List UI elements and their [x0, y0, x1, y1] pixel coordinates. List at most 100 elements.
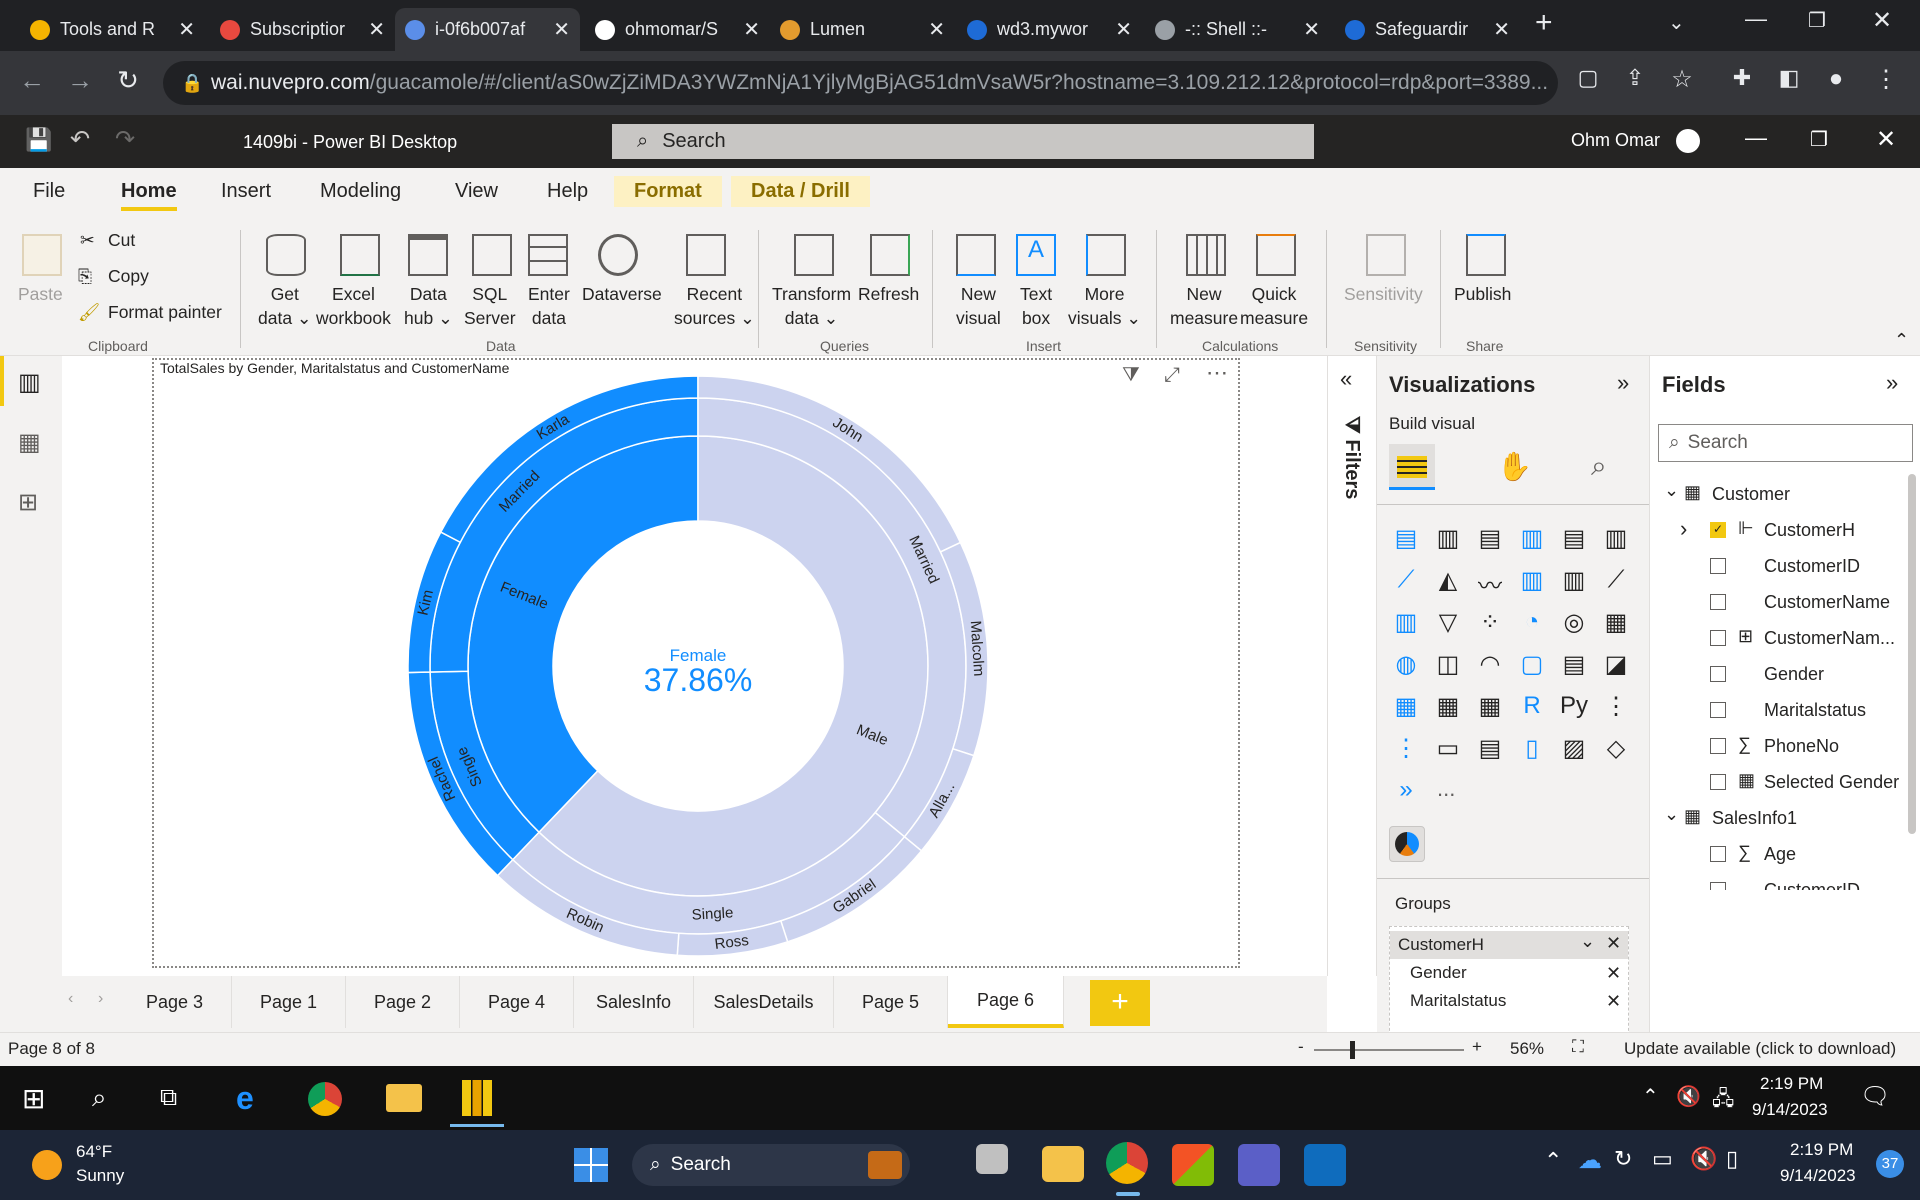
zoom-out-icon[interactable]: - — [1298, 1037, 1304, 1057]
tab-close-icon[interactable]: ✕ — [368, 17, 385, 42]
tab-search-icon[interactable]: ⌄ — [1668, 10, 1685, 35]
save-icon[interactable]: 💾 — [25, 127, 52, 153]
build-visual-tab[interactable] — [1389, 444, 1435, 490]
edge-icon[interactable]: e — [236, 1080, 254, 1117]
field-checkbox[interactable] — [1710, 702, 1726, 718]
qa-icon[interactable]: ▭ — [1431, 734, 1465, 768]
card-icon[interactable]: ▢ — [1515, 650, 1549, 684]
format-visual-tab[interactable]: ✋ — [1497, 450, 1532, 483]
field-item[interactable]: CustomerID — [1650, 548, 1900, 584]
outlook-icon[interactable] — [1304, 1144, 1346, 1186]
clustered-column-icon[interactable]: ▥ — [1515, 524, 1549, 558]
field-item[interactable]: › ✓ ⊩ CustomerH — [1650, 512, 1900, 548]
install-icon[interactable]: ▢ — [1570, 65, 1606, 91]
kpi-icon[interactable]: ◪ — [1599, 650, 1633, 684]
filled-map-icon[interactable]: ◫ — [1431, 650, 1465, 684]
copy-button[interactable]: Copy — [108, 264, 149, 288]
line-icon[interactable]: ⟋ — [1389, 566, 1423, 600]
browser-tab[interactable]: Safeguardir ✕ — [1335, 8, 1520, 51]
scatter-icon[interactable]: ⁘ — [1473, 608, 1507, 642]
gauge-icon[interactable]: ◠ — [1473, 650, 1507, 684]
excel-workbook-button[interactable]: Excel workbook — [316, 282, 391, 330]
browser-tab[interactable]: Tools and R ✕ — [20, 8, 205, 51]
fields-scrollbar[interactable] — [1908, 474, 1916, 834]
page-tab[interactable]: Page 2 — [346, 976, 460, 1028]
reload-icon[interactable]: ↻ — [110, 65, 146, 96]
network-icon[interactable]: 🖧 — [1712, 1084, 1734, 1118]
display-icon[interactable]: ▭ — [1652, 1146, 1673, 1172]
field-checkbox[interactable]: ✓ — [1710, 522, 1726, 538]
text-box-button[interactable]: Text box — [1020, 282, 1052, 330]
page-tab[interactable]: SalesDetails — [694, 976, 834, 1028]
menu-format[interactable]: Format — [614, 176, 722, 207]
quick-measure-button[interactable]: Quick measure — [1240, 282, 1308, 330]
viz-more-icon[interactable]: ... — [1437, 776, 1455, 802]
forward-icon[interactable]: → — [62, 65, 98, 96]
redo-icon[interactable]: ↷ — [115, 125, 135, 154]
fit-to-page-icon[interactable]: ⛶ — [1572, 1037, 1584, 1057]
menu-home[interactable]: Home — [121, 180, 177, 211]
python-visual-icon[interactable]: Py — [1557, 692, 1591, 726]
analytics-tab[interactable]: ⌕ — [1591, 450, 1607, 483]
menu-file[interactable]: File — [33, 180, 65, 203]
zoom-slider-thumb[interactable] — [1350, 1041, 1355, 1059]
chevron-down-icon[interactable]: ⌄ — [1664, 804, 1679, 825]
collapse-fields-icon[interactable]: » — [1886, 370, 1898, 396]
store-icon[interactable] — [1172, 1144, 1214, 1186]
power-automate-icon[interactable]: ◇ — [1599, 734, 1633, 768]
page-tab[interactable]: Page 5 — [834, 976, 948, 1028]
stacked-column-icon[interactable]: ▥ — [1431, 524, 1465, 558]
get-data-button[interactable]: Get data ⌄ — [258, 282, 312, 330]
treemap-icon[interactable]: ▦ — [1599, 608, 1633, 642]
file-explorer-icon[interactable] — [386, 1084, 422, 1112]
notification-badge[interactable]: 37 — [1876, 1150, 1904, 1178]
data-hub-button[interactable]: Data hub ⌄ — [404, 282, 453, 330]
dataverse-button[interactable]: Dataverse — [582, 282, 662, 306]
pbi-search-box[interactable]: ⌕ Search — [612, 124, 1314, 159]
100-bar-icon[interactable]: ▤ — [1557, 524, 1591, 558]
refresh-button[interactable]: Refresh — [858, 282, 919, 306]
waterfall-icon[interactable]: ▥ — [1389, 608, 1423, 642]
weather-temp[interactable]: 64°F — [76, 1142, 112, 1162]
sync-icon[interactable]: ↻ — [1614, 1146, 1632, 1172]
next-page-icon[interactable]: › — [98, 990, 103, 1008]
pbi-restore-icon[interactable]: ❐ — [1810, 127, 1828, 152]
powerbi-icon[interactable] — [462, 1080, 492, 1116]
browser-tab[interactable]: wd3.mywor ✕ — [957, 8, 1142, 51]
extensions-icon[interactable]: ✚ — [1724, 65, 1760, 91]
format-painter-button[interactable]: Format painter — [108, 300, 222, 324]
tab-close-icon[interactable]: ✕ — [1115, 17, 1132, 42]
field-checkbox[interactable] — [1710, 774, 1726, 790]
table-view-button[interactable]: ▦ — [18, 428, 41, 457]
pbi-close-icon[interactable]: ✕ — [1876, 125, 1896, 154]
table-node[interactable]: ⌄ ▦ SalesInfo1 — [1650, 800, 1900, 836]
menu-insert[interactable]: Insert — [221, 180, 271, 203]
stacked-area-icon[interactable]: 〰 — [1473, 566, 1507, 600]
taskbar-search-box[interactable]: ⌕ Search — [632, 1144, 910, 1186]
user-avatar[interactable] — [1676, 129, 1700, 153]
r-visual-icon[interactable]: R — [1515, 692, 1549, 726]
field-checkbox[interactable] — [1710, 666, 1726, 682]
add-page-button[interactable]: + — [1090, 980, 1150, 1026]
field-item[interactable]: Maritalstatus — [1650, 692, 1900, 728]
clustered-bar-icon[interactable]: ▤ — [1473, 524, 1507, 558]
share-icon[interactable]: ⇪ — [1617, 65, 1653, 91]
fields-search-input[interactable]: ⌕ Search — [1658, 424, 1913, 462]
map-icon[interactable]: ◍ — [1389, 650, 1423, 684]
file-explorer-icon[interactable] — [1042, 1146, 1084, 1182]
battery-icon[interactable]: ▯ — [1726, 1146, 1738, 1172]
new-measure-button[interactable]: New measure — [1170, 282, 1238, 330]
tab-close-icon[interactable]: ✕ — [553, 17, 570, 42]
sensitivity-button[interactable]: Sensitivity — [1344, 282, 1423, 306]
windows11-start-icon[interactable] — [574, 1148, 608, 1182]
report-view-icon[interactable] — [0, 356, 4, 406]
volume-muted-icon[interactable]: 🔇 — [1690, 1146, 1717, 1172]
remove-field-icon[interactable]: ✕ — [1606, 933, 1621, 954]
new-visual-button[interactable]: New visual — [956, 282, 1001, 330]
collapse-ribbon-icon[interactable]: ⌃ — [1894, 330, 1909, 351]
tray-chevron-icon[interactable]: ⌃ — [1642, 1084, 1659, 1109]
ribbon-icon[interactable]: ⟋ — [1599, 566, 1633, 600]
field-checkbox[interactable] — [1710, 846, 1726, 862]
model-view-button[interactable]: ⊞ — [18, 488, 38, 517]
filters-pane-collapsed[interactable]: « ⧩ Filters — [1327, 356, 1377, 976]
